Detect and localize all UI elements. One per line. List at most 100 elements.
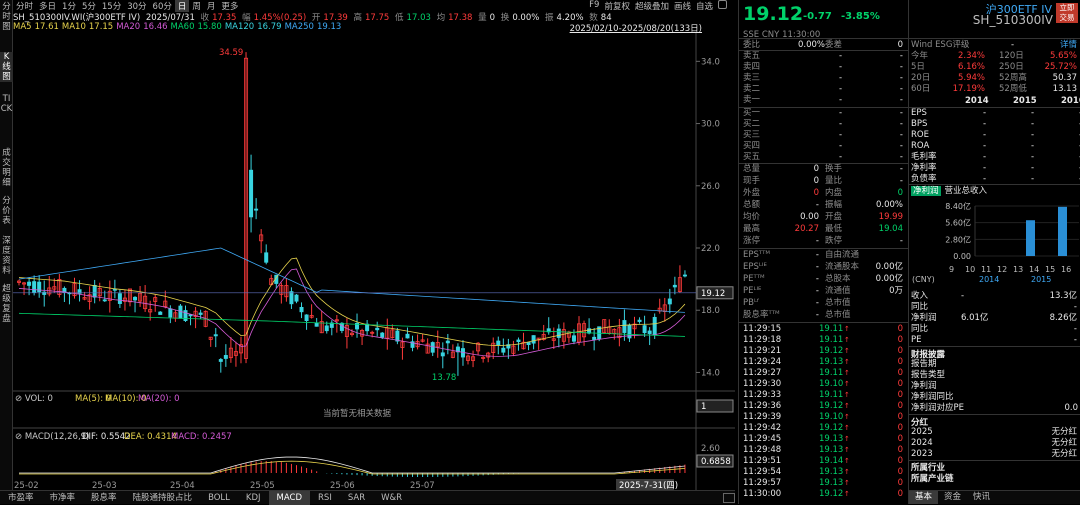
rev-year-0: 2014 bbox=[979, 275, 999, 284]
stat-label-2: 最低 bbox=[825, 224, 843, 234]
fin-value: - bbox=[983, 152, 987, 162]
stat-value-2: - bbox=[899, 176, 903, 186]
tick-arrow-icon: ↑ bbox=[844, 369, 850, 377]
ma-name-4: MA120 bbox=[224, 22, 255, 32]
indicator-tab-6[interactable]: MACD bbox=[268, 490, 311, 505]
left-tab-1[interactable]: K线图 bbox=[0, 52, 13, 82]
perf-value: 5.94% bbox=[957, 73, 985, 83]
indicator-tab-4[interactable]: BOLL bbox=[200, 491, 238, 505]
fundamentals-tab-0[interactable]: 基本 bbox=[909, 491, 939, 504]
period-tab-10[interactable]: 更多 bbox=[218, 0, 241, 12]
quote-panel: 19.12 -0.77 -3.85% SSE CNY 11:30:00 委比 0.… bbox=[738, 0, 909, 504]
candle-body-84 bbox=[440, 352, 445, 357]
x-tick-5: 25-07 bbox=[410, 481, 435, 490]
indicator-tab-3[interactable]: 陆股通持股占比 bbox=[125, 491, 201, 505]
y-tick-3: 22.0 bbox=[701, 244, 720, 254]
tick-volume: 0 bbox=[897, 324, 903, 334]
revenue-tab[interactable]: 营业总收入 bbox=[945, 186, 988, 196]
candle-body-46 bbox=[249, 169, 254, 218]
fundamentals-tab-1[interactable]: 资金 bbox=[938, 491, 967, 504]
period-tab-5[interactable]: 30分 bbox=[124, 0, 149, 12]
period-tab-8[interactable]: 周 bbox=[189, 0, 204, 12]
y-tick-0: 34.0 bbox=[701, 57, 720, 67]
perf-label: 60日 bbox=[911, 84, 931, 94]
macd-tick-0: 2.60 bbox=[701, 444, 720, 454]
rev-row-3: 同比 - bbox=[911, 324, 1079, 335]
esg-detail-link[interactable]: 详情 bbox=[1060, 40, 1077, 51]
period-tab-3[interactable]: 5分 bbox=[79, 0, 99, 12]
candle-body-61 bbox=[324, 325, 329, 332]
trade-now-button[interactable]: 立即交易 bbox=[1056, 3, 1078, 23]
tick-price: 19.12 bbox=[819, 423, 844, 433]
perf-row-2: 20日 5.94% 52周高 50.37 bbox=[911, 73, 1079, 84]
tick-volume: 0 bbox=[897, 434, 903, 444]
tick-arrow-icon: ↑ bbox=[844, 325, 850, 333]
left-tab-6[interactable]: 超级复盘 bbox=[0, 284, 13, 324]
rev-row-0: 收入 - 13.3亿 bbox=[911, 291, 1079, 302]
indicator-tab-0[interactable]: 市盈率 bbox=[0, 491, 42, 505]
indicator-tab-5[interactable]: KDJ bbox=[238, 491, 269, 505]
last-price: 19.12 bbox=[743, 3, 804, 25]
dividend-value: 无分红 bbox=[1051, 449, 1077, 459]
candle-body-129 bbox=[667, 298, 672, 305]
candle-body-102 bbox=[531, 335, 536, 344]
fin-year-2: 2016 bbox=[1061, 96, 1080, 106]
left-tab-4[interactable]: 分价表 bbox=[0, 196, 13, 228]
candle-body-132 bbox=[682, 274, 687, 277]
valuation-value-2: 0.00亿 bbox=[875, 262, 903, 272]
indicator-tab-2[interactable]: 股息率 bbox=[83, 491, 125, 505]
bid-volume: - bbox=[899, 119, 903, 129]
valuation-label-2: 总市值 bbox=[825, 298, 851, 308]
indicator-tab-9[interactable]: W&R bbox=[373, 491, 410, 505]
period-tab-2[interactable]: 1分 bbox=[59, 0, 79, 12]
indicator-tab-1[interactable]: 市净率 bbox=[42, 491, 84, 505]
period-tab-1[interactable]: 多日 bbox=[36, 0, 59, 12]
ma-name-5: MA250 bbox=[284, 22, 314, 32]
rev-year-1: 2015 bbox=[1031, 275, 1051, 284]
dividend-row-1: 2024 无分红 bbox=[911, 438, 1079, 449]
valuation-value: - bbox=[815, 274, 819, 284]
rev-label: 同比 bbox=[911, 302, 929, 312]
ask-volume: - bbox=[899, 51, 903, 61]
kline-chart[interactable]: 34.0 30.0 26.0 22.0 18.0 14.0 34.59 13.78 19.12 ⊘… bbox=[13, 33, 735, 490]
period-tab-6[interactable]: 60分 bbox=[150, 0, 175, 12]
tick-volume: 0 bbox=[897, 357, 903, 367]
fundamentals-tab-2[interactable]: 快讯 bbox=[967, 491, 996, 504]
fin-year-0: 2014 bbox=[965, 96, 989, 106]
candle-body-17 bbox=[102, 299, 107, 302]
tick-volume: 0 bbox=[897, 456, 903, 466]
period-tab-9[interactable]: 月 bbox=[204, 0, 219, 12]
period-tab-7[interactable]: 日 bbox=[174, 0, 190, 12]
tick-row-10: 11:29:45 19.13 ↑ 0 bbox=[743, 434, 907, 445]
cursor-date-label: 2025-7-31(四) bbox=[619, 481, 678, 490]
valuation-row-1: EPSᴸᴵᴱ - 流通股本 0.00亿 bbox=[743, 262, 907, 273]
perf-label: 5日 bbox=[911, 62, 925, 72]
add-tab-icon[interactable] bbox=[723, 492, 735, 503]
perf-label-2: 52周高 bbox=[999, 73, 1027, 83]
stat-row-5: 最高 20.27 最低 19.04 bbox=[743, 224, 907, 235]
stat-label: 涨停 bbox=[743, 236, 761, 246]
indicator-tab-8[interactable]: SAR bbox=[340, 491, 373, 505]
candle-body-49 bbox=[264, 252, 269, 263]
candle-body-120 bbox=[622, 320, 627, 333]
tick-arrow-icon: ↑ bbox=[844, 446, 850, 454]
ask-row-1: 卖四 - - bbox=[743, 62, 907, 73]
tick-time: 11:29:54 bbox=[743, 467, 782, 477]
left-tab-0[interactable]: 分时图 bbox=[0, 2, 13, 42]
candle-body-64 bbox=[339, 322, 344, 331]
period-tab-0[interactable]: 分时 bbox=[13, 0, 36, 12]
left-tab-2[interactable]: TICK bbox=[0, 94, 13, 138]
indicator-tab-7[interactable]: RSI bbox=[310, 491, 340, 505]
ask-price: - bbox=[839, 73, 843, 83]
fin-row-4: 毛利率--- bbox=[911, 152, 1080, 163]
valuation-row-4: PBᴸᶠ - 总市值 bbox=[743, 298, 907, 309]
left-tab-5[interactable]: 深度资料 bbox=[0, 236, 13, 276]
candle-body-125 bbox=[647, 330, 652, 334]
valuation-row-2: PEᵀᵀᴹ - 总股本 0.00亿 bbox=[743, 274, 907, 285]
stat-label-2: 量比 bbox=[825, 176, 843, 186]
disclosure-row-2: 净利润 bbox=[911, 381, 937, 391]
left-tab-3[interactable]: 成交明细 bbox=[0, 148, 13, 188]
period-tab-4[interactable]: 15分 bbox=[99, 0, 124, 12]
fullscreen-icon[interactable] bbox=[718, 0, 727, 9]
net-profit-tab[interactable]: 净利润 bbox=[911, 186, 941, 196]
